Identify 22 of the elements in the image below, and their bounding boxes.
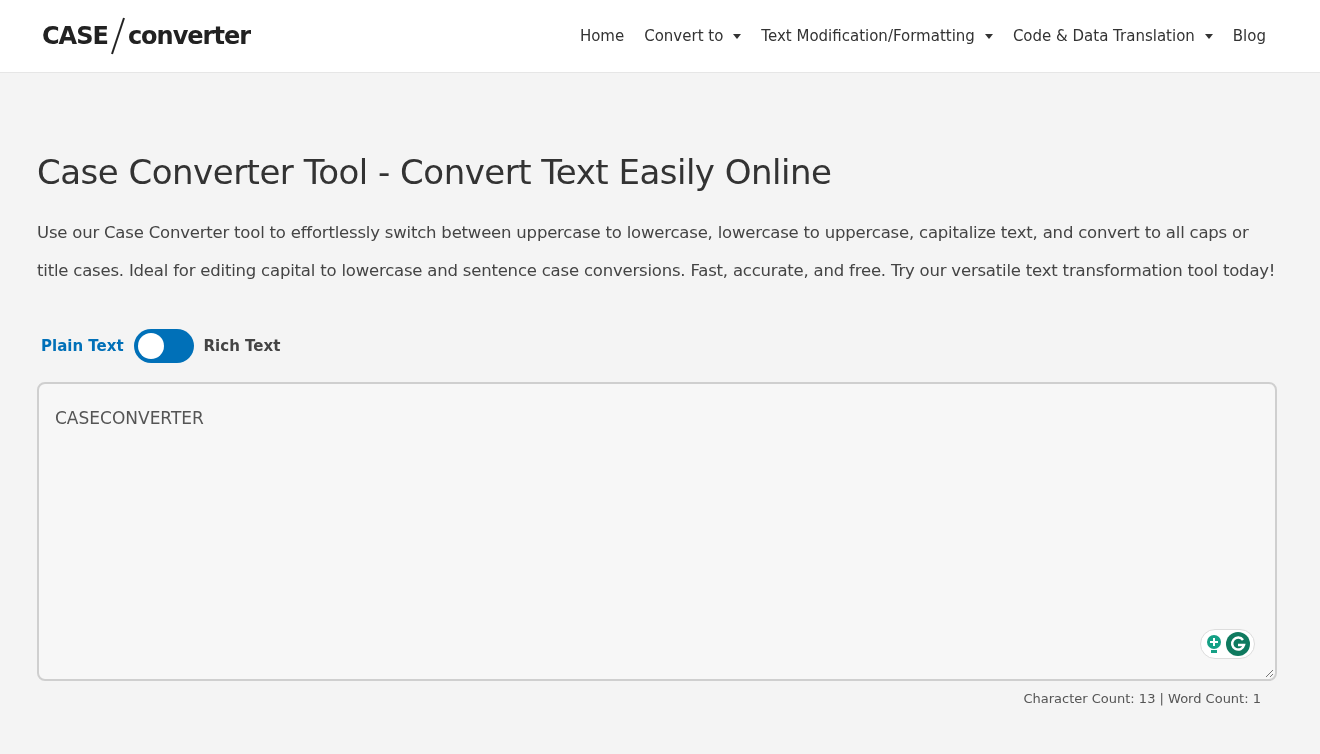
nav-link[interactable]: Code & Data Translation <box>1012 24 1213 48</box>
editor-text: CASECONVERTER <box>55 408 204 428</box>
site-logo[interactable]: CASE converter <box>42 16 251 56</box>
plain-text-label: Plain Text <box>41 335 124 357</box>
nav-link[interactable]: Text Modification/Formatting <box>761 24 993 48</box>
assistant-logo-icon <box>1225 632 1250 656</box>
page-title: Case Converter Tool - Convert Text Easily Online <box>37 151 833 194</box>
nav-link[interactable]: Blog <box>1232 24 1266 48</box>
nav-link[interactable]: Convert to <box>644 24 742 48</box>
caret-icon <box>984 33 993 39</box>
rich-text-label: Rich Text <box>203 335 281 357</box>
lightbulb-icon <box>1205 634 1222 654</box>
slash-icon <box>109 16 126 56</box>
text-editor[interactable]: CASECONVERTER <box>37 382 1277 681</box>
nav-link[interactable]: Home <box>579 24 625 48</box>
caret-icon <box>733 33 742 39</box>
assistant-widget[interactable] <box>1200 629 1255 659</box>
resize-handle-icon[interactable] <box>1265 669 1274 678</box>
count-text: Character Count: 13 | Word Count: 1 <box>1023 690 1261 708</box>
caret-icon <box>1204 33 1213 39</box>
intro-paragraph: Use our Case Converter tool to effortlessly switch between uppercase to lowercase, lowercase to uppercase, capitalize text, and convert to all caps or title cases. Ideal for editing capital to lowercase and sentence case conversions. Fast, accurate, and free. Try our versatile text transformation tool today! <box>37 222 1277 282</box>
mode-toggle[interactable] <box>133 329 194 363</box>
